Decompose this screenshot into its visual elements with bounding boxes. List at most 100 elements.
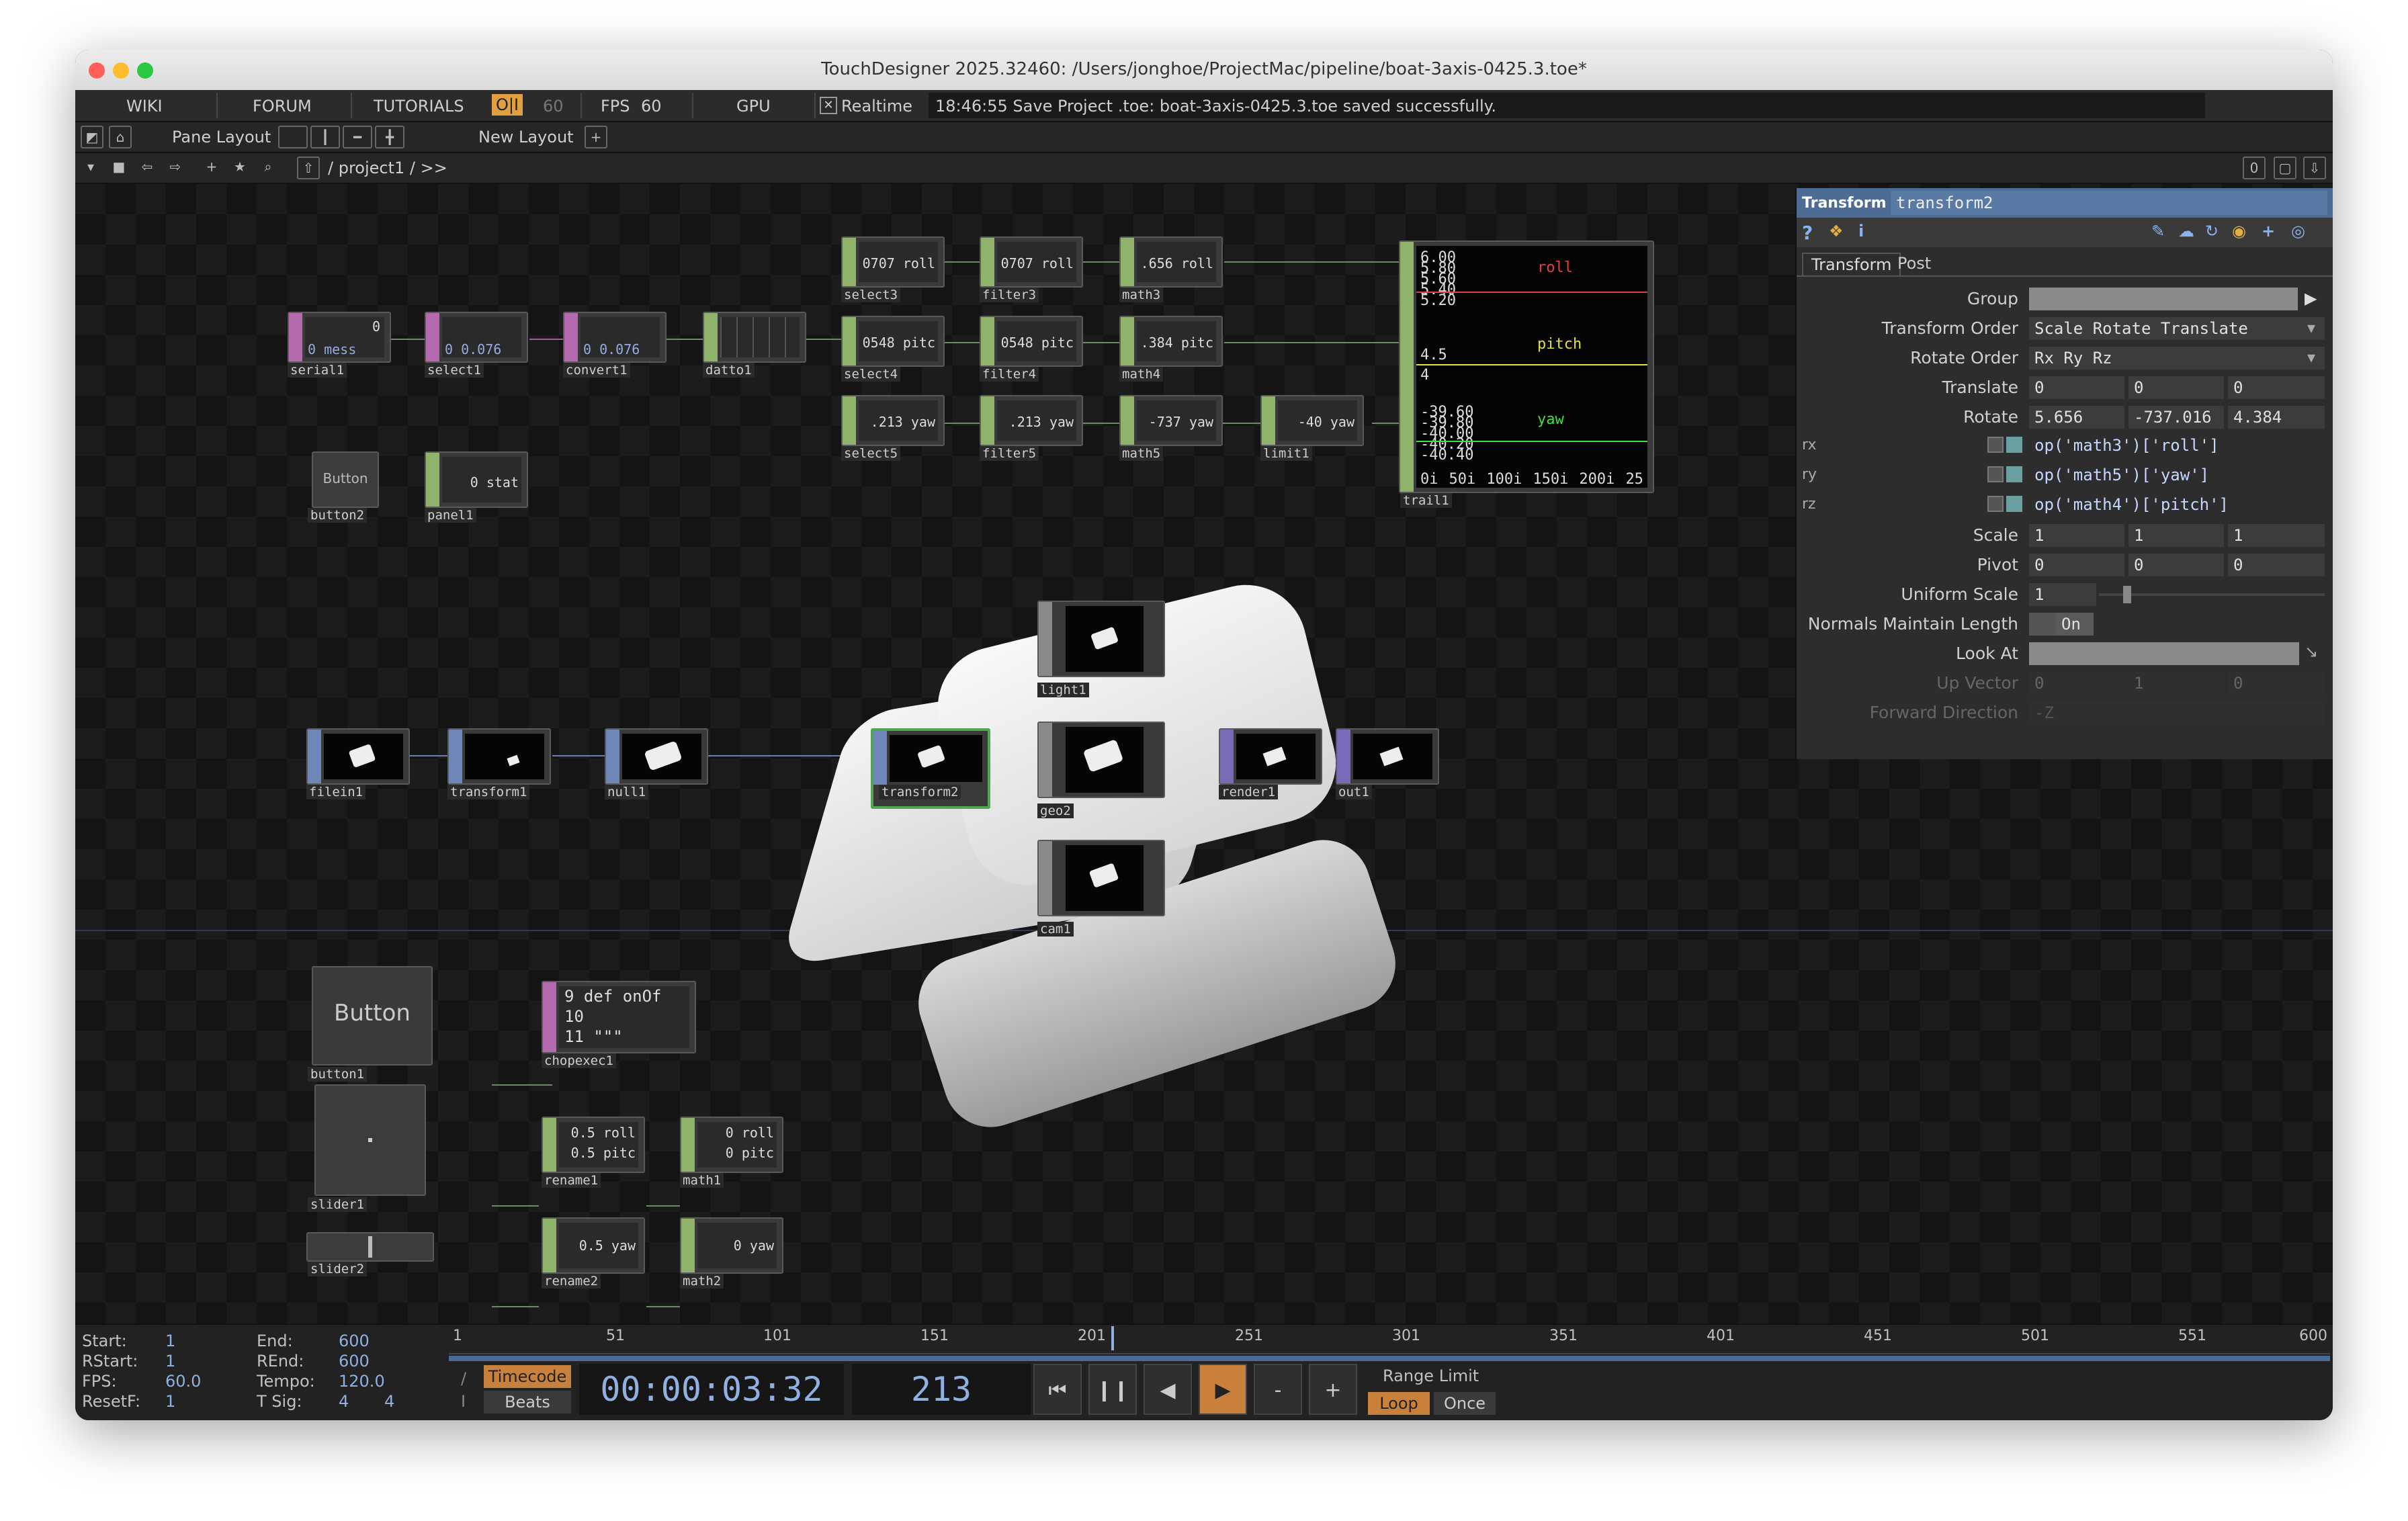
- layout-split-horizontal-icon[interactable]: ━: [343, 126, 372, 148]
- frame-display[interactable]: 213: [852, 1364, 1031, 1415]
- node-null1[interactable]: [605, 728, 708, 785]
- rotate-x-field[interactable]: 5.656: [2029, 406, 2124, 429]
- chevron-down-icon[interactable]: ▾: [81, 157, 101, 177]
- oi-indicator[interactable]: O|I: [492, 94, 523, 116]
- normals-toggle[interactable]: On: [2056, 613, 2094, 636]
- loop-toggle[interactable]: Loop: [1368, 1392, 1430, 1415]
- layout-split-vertical-icon[interactable]: ┃: [310, 126, 340, 148]
- node-render1[interactable]: [1219, 728, 1322, 785]
- up-vector-x-field[interactable]: 0: [2029, 672, 2124, 695]
- look-at-field[interactable]: [2029, 642, 2299, 665]
- play-icon[interactable]: ▶: [2305, 289, 2317, 308]
- node-select1[interactable]: 0 0.076: [425, 312, 528, 363]
- tab-transform[interactable]: Transform: [1802, 253, 1901, 275]
- rend-value[interactable]: 600: [339, 1352, 370, 1371]
- node-rename1[interactable]: 0.5 roll 0.5 pitc: [542, 1117, 645, 1173]
- timeline-ruler[interactable]: 1 51 101 151 201 251 301 351 401 451 501…: [449, 1326, 2330, 1354]
- translate-y-field[interactable]: 0: [2128, 376, 2224, 399]
- end-value[interactable]: 600: [339, 1332, 370, 1350]
- parent-icon[interactable]: ⇧: [297, 157, 320, 179]
- node-datto1[interactable]: [703, 312, 806, 363]
- node-cam1[interactable]: [1037, 840, 1165, 916]
- rotate-order-select[interactable]: Rx Ry Rz: [2029, 347, 2325, 370]
- expression-mode-icon[interactable]: [1987, 496, 2004, 512]
- new-layout-label[interactable]: New Layout: [478, 128, 574, 146]
- back-arrow-icon[interactable]: ⇦: [137, 157, 157, 177]
- slider-handle[interactable]: [2123, 586, 2131, 603]
- pivot-x-field[interactable]: 0: [2029, 554, 2124, 576]
- node-math4[interactable]: .384 pitc: [1119, 316, 1223, 367]
- node-serial1[interactable]: 0 0 mess: [288, 312, 391, 363]
- node-panel1[interactable]: 0 stat: [425, 451, 528, 508]
- pivot-z-field[interactable]: 0: [2228, 554, 2325, 576]
- translate-x-field[interactable]: 0: [2029, 376, 2124, 399]
- node-geo2[interactable]: [1037, 722, 1165, 798]
- uniform-scale-field[interactable]: 1: [2029, 583, 2096, 606]
- info-icon[interactable]: i: [1858, 222, 1864, 241]
- expression-mode-icon[interactable]: [2006, 496, 2022, 512]
- pane-icon[interactable]: ◩: [81, 126, 103, 148]
- rz-expression-field[interactable]: op('math4')['pitch']: [2029, 493, 2325, 516]
- step-back-icon[interactable]: ◀: [1144, 1364, 1192, 1415]
- timecode-toggle[interactable]: Timecode: [484, 1365, 571, 1388]
- target-icon[interactable]: ◎: [2291, 222, 2305, 241]
- expression-mode-icon[interactable]: [2006, 437, 2022, 453]
- scale-x-field[interactable]: 1: [2029, 524, 2124, 547]
- rotate-z-field[interactable]: 4.384: [2228, 406, 2325, 429]
- node-math1[interactable]: 0 roll 0 pitc: [680, 1117, 783, 1173]
- node-filein1[interactable]: [306, 728, 410, 785]
- operator-name-field[interactable]: transform2: [1891, 191, 2327, 215]
- edit-icon[interactable]: ✎: [2151, 222, 2165, 241]
- translate-z-field[interactable]: 0: [2228, 376, 2325, 399]
- pane-layout-label[interactable]: Pane Layout: [172, 128, 271, 146]
- node-transform1[interactable]: [447, 728, 551, 785]
- transform-order-select[interactable]: Scale Rotate Translate: [2029, 317, 2325, 340]
- add-icon[interactable]: +: [202, 157, 222, 177]
- up-vector-z-field[interactable]: 0: [2228, 672, 2325, 695]
- pick-arrow-icon[interactable]: ↘: [2305, 642, 2318, 661]
- chevron-down-icon[interactable]: ▾: [2307, 348, 2315, 367]
- node-filter4[interactable]: 0548 pitc: [980, 316, 1083, 367]
- expression-mode-icon[interactable]: [1987, 437, 2004, 453]
- python-expression-icon[interactable]: ◉: [2232, 222, 2246, 241]
- group-field[interactable]: [2029, 288, 2298, 310]
- menu-forum[interactable]: FORUM: [253, 97, 312, 116]
- node-out1[interactable]: [1336, 728, 1439, 785]
- node-math5[interactable]: -737 yaw: [1119, 395, 1223, 446]
- tsig-numerator[interactable]: 4: [339, 1392, 349, 1411]
- pause-icon[interactable]: ❙❙: [1088, 1364, 1137, 1415]
- start-value[interactable]: 1: [165, 1332, 175, 1350]
- tab-post[interactable]: Post: [1897, 254, 1931, 273]
- slider-handle[interactable]: [368, 1138, 372, 1142]
- realtime-label[interactable]: Realtime: [841, 97, 912, 116]
- tempo-value[interactable]: 120.0: [339, 1372, 385, 1391]
- python-icon[interactable]: ❖: [1829, 222, 1844, 241]
- plus-button[interactable]: +: [1309, 1364, 1357, 1415]
- maximize-pane-icon[interactable]: ▢: [2274, 157, 2296, 179]
- node-filter5[interactable]: .213 yaw: [980, 395, 1083, 446]
- network-path[interactable]: / project1 / >>: [328, 159, 447, 177]
- minus-button[interactable]: -: [1254, 1364, 1302, 1415]
- download-icon[interactable]: ⇩: [2303, 157, 2326, 179]
- node-button1[interactable]: Button: [312, 966, 433, 1066]
- beats-toggle[interactable]: Beats: [484, 1391, 571, 1414]
- node-rename2[interactable]: 0.5 yaw: [542, 1217, 645, 1274]
- node-math3[interactable]: .656 roll: [1119, 236, 1223, 288]
- forward-direction-select[interactable]: -Z: [2029, 701, 2325, 724]
- timecode-display[interactable]: 00:00:03:32: [579, 1364, 844, 1415]
- node-trail1[interactable]: 6.00 5.80 5.60 5.40 5.20 roll 4.5 4 pitc…: [1399, 241, 1654, 493]
- menu-wiki[interactable]: WIKI: [126, 97, 163, 116]
- star-icon[interactable]: ★: [230, 157, 250, 177]
- resetf-value[interactable]: 1: [165, 1392, 175, 1411]
- node-light1[interactable]: [1037, 601, 1165, 677]
- add-layout-icon[interactable]: +: [585, 126, 607, 148]
- realtime-checkbox-icon[interactable]: ✕: [820, 97, 837, 114]
- ry-expression-field[interactable]: op('math5')['yaw']: [2029, 464, 2325, 486]
- node-select3[interactable]: 0707 roll: [841, 236, 945, 288]
- node-select4[interactable]: 0548 pitc: [841, 316, 945, 367]
- expression-mode-icon[interactable]: [1987, 466, 2004, 482]
- layout-single-icon[interactable]: [278, 126, 308, 148]
- search-icon[interactable]: ⌕: [258, 157, 278, 177]
- slider-handle[interactable]: [368, 1236, 372, 1258]
- node-button2[interactable]: Button: [312, 451, 379, 508]
